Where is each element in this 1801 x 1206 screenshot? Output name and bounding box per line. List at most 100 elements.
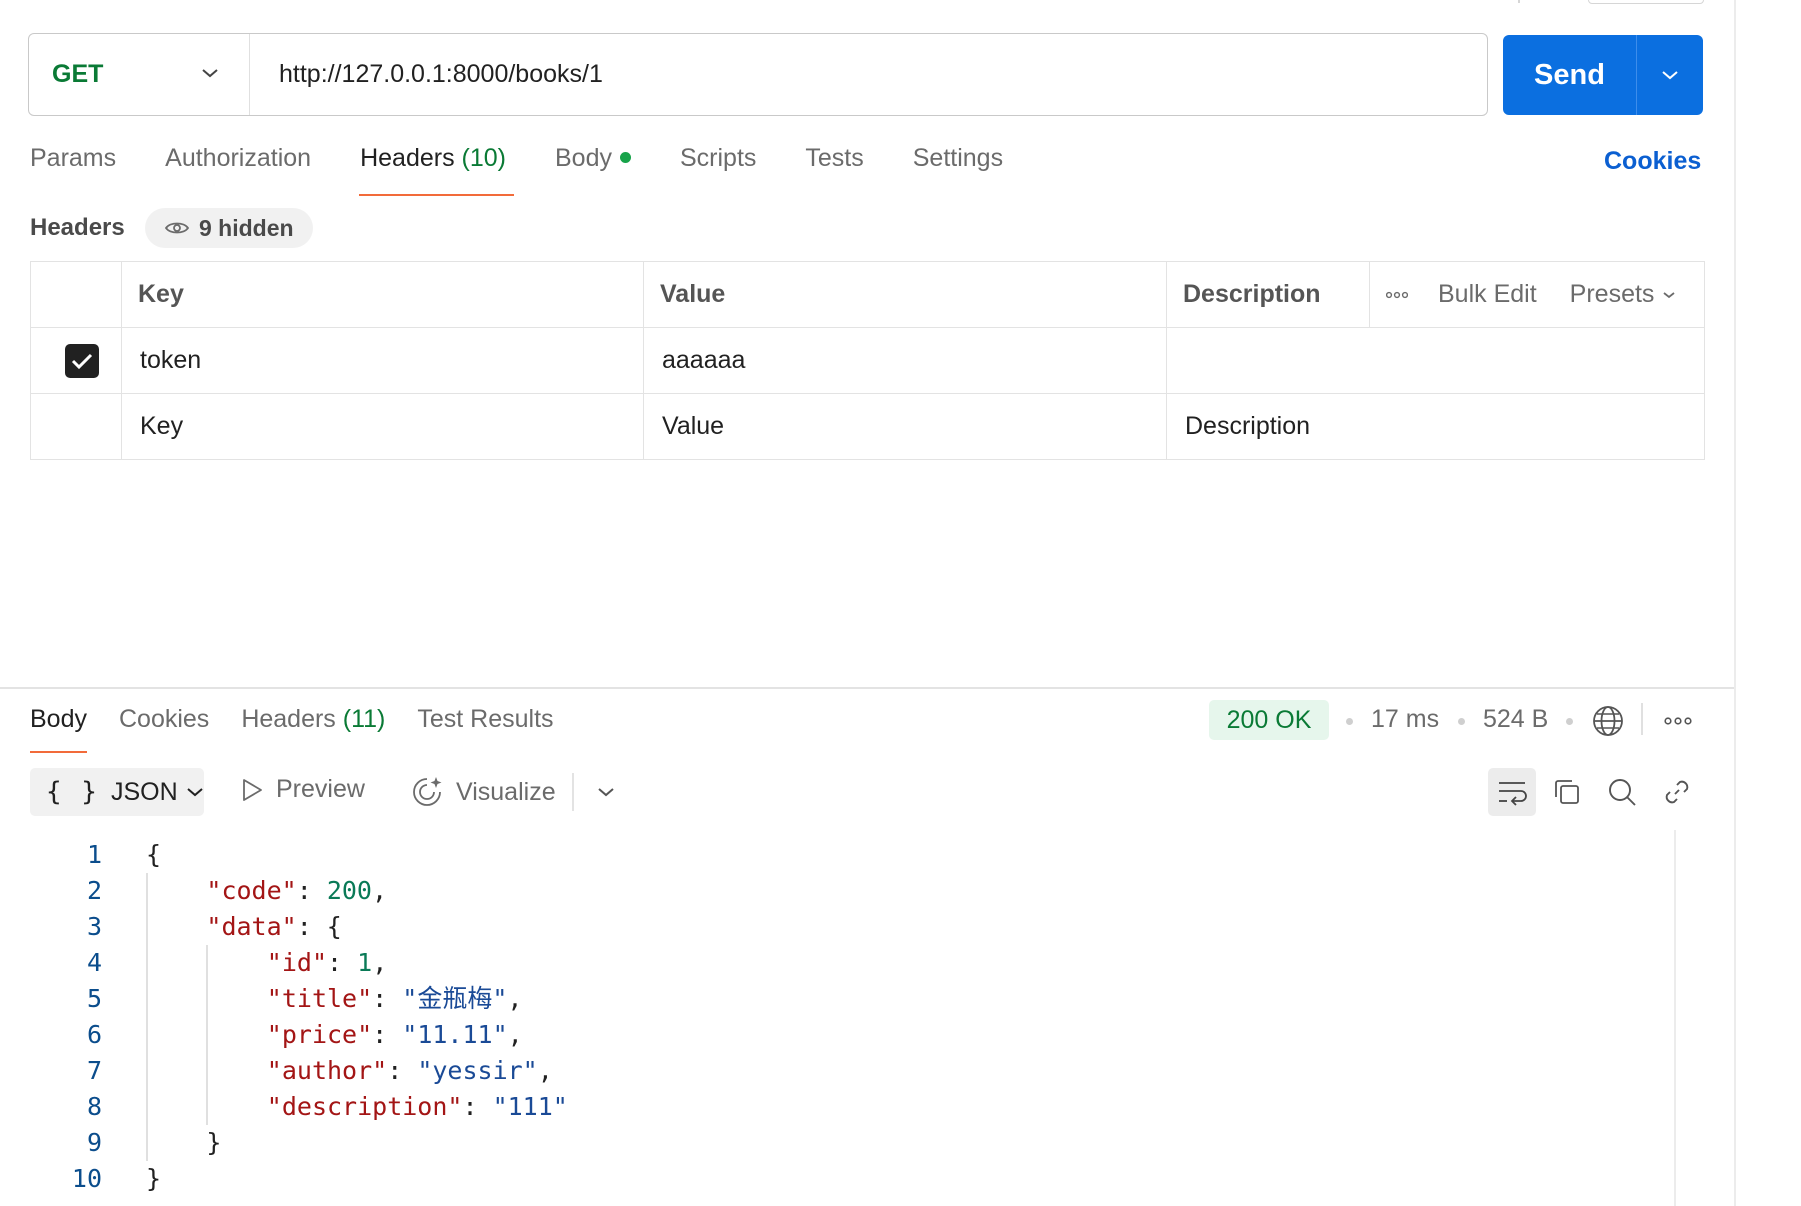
new-value-input[interactable]: Value (643, 393, 1167, 460)
visualize-sparkle-icon (413, 777, 442, 806)
code-text: "price": "11.11", (267, 1017, 523, 1053)
line-number: 5 (86, 984, 102, 1013)
response-headers-count: (11) (342, 705, 386, 733)
line-number: 2 (86, 876, 102, 905)
code-token: "id" (266, 948, 328, 977)
new-description-input[interactable]: Description (1166, 393, 1705, 460)
bulk-edit-button[interactable]: Bulk Edit (1438, 280, 1537, 309)
header-value-cell[interactable]: aaaaaa (643, 327, 1167, 394)
response-size[interactable]: 524 B (1483, 705, 1548, 734)
toolbar-divider (572, 773, 574, 811)
line-number: 4 (86, 948, 102, 977)
header-enabled-checkbox[interactable] (65, 343, 99, 378)
line-number: 9 (86, 1128, 102, 1157)
table-actions-header: Bulk Edit Presets (1369, 261, 1705, 328)
response-tab-headers-label: Headers (241, 705, 336, 733)
link-button[interactable] (1653, 768, 1701, 816)
response-tab-cookies[interactable]: Cookies (119, 705, 209, 753)
request-tabs: Params Authorization Headers (10) Body S… (30, 144, 1052, 196)
table-row-new: Key Value Description (30, 393, 1705, 460)
preview-label: Preview (276, 775, 365, 803)
code-token: , (507, 984, 523, 1013)
preview-button[interactable]: Preview (240, 775, 365, 804)
toolbar-stub-button[interactable] (1588, 0, 1704, 4)
hidden-headers-label: 9 hidden (199, 214, 294, 241)
cookies-link[interactable]: Cookies (1604, 147, 1701, 176)
table-header-row: Key Value Description Bulk Edit Presets (30, 261, 1705, 328)
format-label: JSON (110, 777, 178, 806)
code-token: : { (296, 912, 342, 941)
presets-label: Presets (1569, 280, 1655, 308)
header-key-cell[interactable]: token (121, 327, 644, 394)
send-button[interactable]: Send (1503, 35, 1637, 115)
tab-scripts[interactable]: Scripts (680, 144, 756, 196)
meta-vertical-divider (1641, 703, 1643, 735)
tab-headers[interactable]: Headers (10) (359, 144, 514, 196)
tab-params[interactable]: Params (30, 144, 116, 196)
more-options-icon[interactable] (1386, 291, 1408, 299)
meta-separator-dot (1566, 718, 1573, 725)
line-number: 1 (86, 840, 102, 869)
code-token: "data" (206, 912, 297, 941)
code-token: : (296, 876, 327, 905)
send-options-button[interactable] (1637, 35, 1703, 115)
json-braces-icon: { } (46, 777, 99, 807)
key-column-header: Key (121, 261, 644, 328)
chevron-down-icon (598, 788, 614, 797)
row-enable-cell (30, 327, 122, 394)
response-divider[interactable] (0, 687, 1734, 689)
description-column-header: Description (1166, 261, 1370, 328)
code-token: 1 (357, 948, 373, 977)
response-tab-test-results[interactable]: Test Results (417, 705, 553, 753)
code-text: "author": "yessir", (267, 1053, 553, 1089)
hidden-headers-toggle[interactable]: 9 hidden (145, 208, 313, 248)
visualize-button[interactable]: Visualize (410, 775, 556, 809)
code-token: : (387, 1056, 418, 1085)
code-token: "金瓶梅" (402, 984, 508, 1013)
code-token: "11.11" (402, 1020, 508, 1049)
visualize-label: Visualize (456, 777, 556, 806)
response-tab-cookies-label: Cookies (118, 705, 210, 733)
headers-section-title: Headers (30, 214, 125, 241)
tab-settings-label: Settings (912, 144, 1004, 172)
header-description-cell[interactable] (1166, 327, 1705, 394)
response-tab-test-results-label: Test Results (417, 705, 554, 733)
meta-separator-dot (1458, 718, 1465, 725)
response-tab-headers[interactable]: Headers (11) (241, 705, 385, 753)
network-globe-icon[interactable] (1584, 697, 1632, 745)
code-token: } (206, 1128, 222, 1157)
code-text: "description": "111" (267, 1089, 568, 1125)
visualize-options-button[interactable] (582, 768, 630, 816)
code-text: } (206, 1125, 221, 1161)
code-token: : (372, 984, 403, 1013)
code-token: , (371, 876, 388, 905)
more-options-icon[interactable] (1654, 697, 1702, 745)
presets-dropdown[interactable]: Presets (1570, 280, 1677, 309)
code-scrollbar[interactable] (1674, 830, 1676, 1206)
checkmark-icon (71, 353, 93, 369)
tab-tests-label: Tests (805, 144, 864, 172)
code-token: "author" (266, 1056, 388, 1085)
search-button[interactable] (1598, 768, 1646, 816)
send-button-group: Send (1503, 35, 1703, 115)
response-tab-body[interactable]: Body (30, 705, 87, 753)
new-key-input[interactable]: Key (121, 393, 644, 460)
tab-authorization[interactable]: Authorization (165, 144, 311, 196)
code-token: : (462, 1092, 493, 1121)
tab-tests[interactable]: Tests (805, 144, 863, 196)
code-token: , (507, 1020, 523, 1049)
chevron-down-icon (1662, 71, 1678, 80)
right-panel-divider[interactable] (1734, 0, 1736, 1206)
method-select[interactable]: GET (29, 34, 250, 115)
response-body-code[interactable]: 1 {2 "code": 200, 3 "data": {4 "id": 1, 5 "titl… (0, 830, 1676, 1206)
copy-button[interactable] (1543, 768, 1591, 816)
format-dropdown[interactable]: { } JSON (30, 768, 204, 816)
request-pane: GET Send Params Authorization Headers (1… (0, 0, 1734, 1206)
url-input[interactable] (250, 34, 1487, 115)
code-token: "code" (206, 876, 297, 905)
tab-body[interactable]: Body (555, 144, 631, 196)
response-time[interactable]: 17 ms (1371, 705, 1439, 734)
tab-settings[interactable]: Settings (913, 144, 1003, 196)
status-badge[interactable]: 200 OK (1209, 700, 1329, 740)
wrap-lines-button[interactable] (1488, 768, 1536, 816)
